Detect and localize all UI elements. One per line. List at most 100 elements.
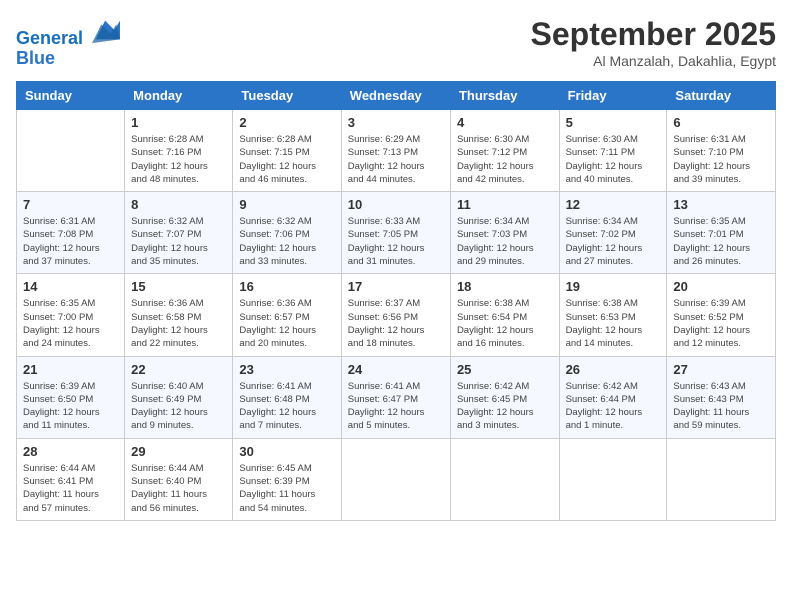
day-number: 18 xyxy=(457,279,553,294)
calendar-cell: 5Sunrise: 6:30 AM Sunset: 7:11 PM Daylig… xyxy=(559,110,667,192)
day-info: Sunrise: 6:39 AM Sunset: 6:52 PM Dayligh… xyxy=(673,297,769,350)
day-info: Sunrise: 6:29 AM Sunset: 7:13 PM Dayligh… xyxy=(348,133,444,186)
day-info: Sunrise: 6:40 AM Sunset: 6:49 PM Dayligh… xyxy=(131,380,226,433)
day-number: 11 xyxy=(457,197,553,212)
logo-general: General xyxy=(16,28,83,48)
calendar-cell xyxy=(450,438,559,520)
day-info: Sunrise: 6:35 AM Sunset: 7:00 PM Dayligh… xyxy=(23,297,118,350)
calendar-cell: 9 Sunrise: 6:32 AM Sunset: 7:06 PM Daylig… xyxy=(233,192,341,274)
day-info: Sunrise: 6:36 AM Sunset: 6:57 PM Dayligh… xyxy=(239,297,334,350)
calendar-week-row: 14 Sunrise: 6:35 AM Sunset: 7:00 PM Dayli… xyxy=(17,274,776,356)
day-info: Sunrise: 6:38 AM Sunset: 6:53 PM Dayligh… xyxy=(566,297,661,350)
calendar-cell: 8 Sunrise: 6:32 AM Sunset: 7:07 PM Daylig… xyxy=(125,192,233,274)
day-number: 1 xyxy=(131,115,226,130)
day-info: Sunrise: 6:28 AM Sunset: 7:16 PM Dayligh… xyxy=(131,133,226,186)
calendar-cell: 28 Sunrise: 6:44 AM Sunset: 6:41 PM Dayli… xyxy=(17,438,125,520)
weekday-header: Saturday xyxy=(667,82,776,110)
day-info: Sunrise: 6:45 AM Sunset: 6:39 PM Dayligh… xyxy=(239,462,334,515)
day-number: 9 xyxy=(239,197,334,212)
weekday-header: Sunday xyxy=(17,82,125,110)
calendar-cell: 13 Sunrise: 6:35 AM Sunset: 7:01 PM Dayli… xyxy=(667,192,776,274)
logo-blue: Blue xyxy=(16,49,120,69)
calendar-table: SundayMondayTuesdayWednesdayThursdayFrid… xyxy=(16,81,776,521)
day-info: Sunrise: 6:32 AM Sunset: 7:07 PM Dayligh… xyxy=(131,215,226,268)
calendar-cell xyxy=(667,438,776,520)
calendar-cell: 1 Sunrise: 6:28 AM Sunset: 7:16 PM Daylig… xyxy=(125,110,233,192)
calendar-cell: 24Sunrise: 6:41 AM Sunset: 6:47 PM Dayli… xyxy=(341,356,450,438)
day-info: Sunrise: 6:30 AM Sunset: 7:12 PM Dayligh… xyxy=(457,133,553,186)
calendar-cell xyxy=(341,438,450,520)
day-number: 23 xyxy=(239,362,334,377)
day-info: Sunrise: 6:37 AM Sunset: 6:56 PM Dayligh… xyxy=(348,297,444,350)
day-info: Sunrise: 6:44 AM Sunset: 6:41 PM Dayligh… xyxy=(23,462,118,515)
logo-text: General xyxy=(16,16,120,49)
day-number: 29 xyxy=(131,444,226,459)
day-info: Sunrise: 6:34 AM Sunset: 7:03 PM Dayligh… xyxy=(457,215,553,268)
calendar-cell: 7 Sunrise: 6:31 AM Sunset: 7:08 PM Daylig… xyxy=(17,192,125,274)
day-info: Sunrise: 6:38 AM Sunset: 6:54 PM Dayligh… xyxy=(457,297,553,350)
logo-icon xyxy=(92,16,120,44)
day-number: 27 xyxy=(673,362,769,377)
calendar-cell: 11 Sunrise: 6:34 AM Sunset: 7:03 PM Dayli… xyxy=(450,192,559,274)
day-info: Sunrise: 6:34 AM Sunset: 7:02 PM Dayligh… xyxy=(566,215,661,268)
calendar-cell: 18 Sunrise: 6:38 AM Sunset: 6:54 PM Dayli… xyxy=(450,274,559,356)
day-number: 7 xyxy=(23,197,118,212)
calendar-cell: 10Sunrise: 6:33 AM Sunset: 7:05 PM Dayli… xyxy=(341,192,450,274)
day-info: Sunrise: 6:43 AM Sunset: 6:43 PM Dayligh… xyxy=(673,380,769,433)
weekday-header: Thursday xyxy=(450,82,559,110)
calendar-cell: 3 Sunrise: 6:29 AM Sunset: 7:13 PM Daylig… xyxy=(341,110,450,192)
day-info: Sunrise: 6:31 AM Sunset: 7:10 PM Dayligh… xyxy=(673,133,769,186)
calendar-cell xyxy=(559,438,667,520)
calendar-week-row: 21 Sunrise: 6:39 AM Sunset: 6:50 PM Dayli… xyxy=(17,356,776,438)
calendar-cell: 2 Sunrise: 6:28 AM Sunset: 7:15 PM Daylig… xyxy=(233,110,341,192)
day-number: 15 xyxy=(131,279,226,294)
day-number: 3 xyxy=(348,115,444,130)
day-info: Sunrise: 6:28 AM Sunset: 7:15 PM Dayligh… xyxy=(239,133,334,186)
calendar-cell: 12 Sunrise: 6:34 AM Sunset: 7:02 PM Dayli… xyxy=(559,192,667,274)
day-number: 8 xyxy=(131,197,226,212)
day-number: 19 xyxy=(566,279,661,294)
day-number: 2 xyxy=(239,115,334,130)
calendar-cell: 23 Sunrise: 6:41 AM Sunset: 6:48 PM Dayli… xyxy=(233,356,341,438)
calendar-cell: 26 Sunrise: 6:42 AM Sunset: 6:44 PM Dayli… xyxy=(559,356,667,438)
day-info: Sunrise: 6:35 AM Sunset: 7:01 PM Dayligh… xyxy=(673,215,769,268)
day-number: 28 xyxy=(23,444,118,459)
weekday-header: Wednesday xyxy=(341,82,450,110)
logo: General Blue xyxy=(16,16,120,69)
calendar-cell: 27 Sunrise: 6:43 AM Sunset: 6:43 PM Dayli… xyxy=(667,356,776,438)
day-number: 26 xyxy=(566,362,661,377)
day-info: Sunrise: 6:42 AM Sunset: 6:45 PM Dayligh… xyxy=(457,380,553,433)
day-info: Sunrise: 6:31 AM Sunset: 7:08 PM Dayligh… xyxy=(23,215,118,268)
day-info: Sunrise: 6:41 AM Sunset: 6:48 PM Dayligh… xyxy=(239,380,334,433)
day-number: 30 xyxy=(239,444,334,459)
day-number: 4 xyxy=(457,115,553,130)
calendar-cell: 25Sunrise: 6:42 AM Sunset: 6:45 PM Dayli… xyxy=(450,356,559,438)
weekday-header: Friday xyxy=(559,82,667,110)
day-info: Sunrise: 6:32 AM Sunset: 7:06 PM Dayligh… xyxy=(239,215,334,268)
calendar-cell: 16 Sunrise: 6:36 AM Sunset: 6:57 PM Dayli… xyxy=(233,274,341,356)
calendar-cell: 19 Sunrise: 6:38 AM Sunset: 6:53 PM Dayli… xyxy=(559,274,667,356)
day-number: 16 xyxy=(239,279,334,294)
calendar-week-row: 7 Sunrise: 6:31 AM Sunset: 7:08 PM Daylig… xyxy=(17,192,776,274)
month-title: September 2025 xyxy=(531,16,776,53)
weekday-header: Monday xyxy=(125,82,233,110)
calendar-cell: 6 Sunrise: 6:31 AM Sunset: 7:10 PM Daylig… xyxy=(667,110,776,192)
day-info: Sunrise: 6:44 AM Sunset: 6:40 PM Dayligh… xyxy=(131,462,226,515)
day-number: 6 xyxy=(673,115,769,130)
day-info: Sunrise: 6:36 AM Sunset: 6:58 PM Dayligh… xyxy=(131,297,226,350)
day-info: Sunrise: 6:41 AM Sunset: 6:47 PM Dayligh… xyxy=(348,380,444,433)
day-number: 5 xyxy=(566,115,661,130)
day-number: 21 xyxy=(23,362,118,377)
day-number: 12 xyxy=(566,197,661,212)
day-info: Sunrise: 6:33 AM Sunset: 7:05 PM Dayligh… xyxy=(348,215,444,268)
title-area: September 2025 Al Manzalah, Dakahlia, Eg… xyxy=(531,16,776,69)
calendar-cell: 4 Sunrise: 6:30 AM Sunset: 7:12 PM Daylig… xyxy=(450,110,559,192)
day-number: 20 xyxy=(673,279,769,294)
day-info: Sunrise: 6:42 AM Sunset: 6:44 PM Dayligh… xyxy=(566,380,661,433)
calendar-cell xyxy=(17,110,125,192)
day-number: 14 xyxy=(23,279,118,294)
calendar-header-row: SundayMondayTuesdayWednesdayThursdayFrid… xyxy=(17,82,776,110)
day-number: 13 xyxy=(673,197,769,212)
calendar-cell: 29 Sunrise: 6:44 AM Sunset: 6:40 PM Dayli… xyxy=(125,438,233,520)
day-info: Sunrise: 6:39 AM Sunset: 6:50 PM Dayligh… xyxy=(23,380,118,433)
